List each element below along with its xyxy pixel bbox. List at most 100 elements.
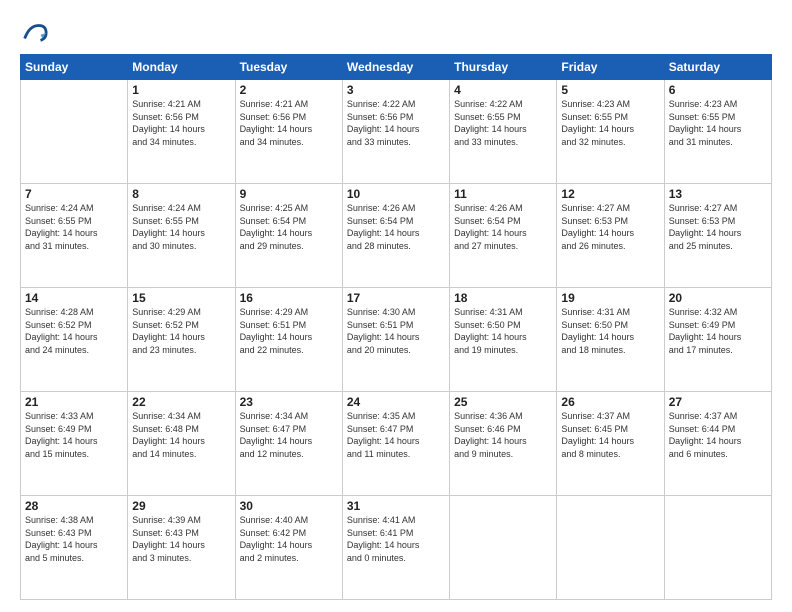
calendar-cell: 25Sunrise: 4:36 AM Sunset: 6:46 PM Dayli…	[450, 392, 557, 496]
calendar-cell: 17Sunrise: 4:30 AM Sunset: 6:51 PM Dayli…	[342, 288, 449, 392]
calendar-cell: 22Sunrise: 4:34 AM Sunset: 6:48 PM Dayli…	[128, 392, 235, 496]
day-number: 9	[240, 187, 338, 201]
day-number: 6	[669, 83, 767, 97]
day-number: 5	[561, 83, 659, 97]
day-info: Sunrise: 4:34 AM Sunset: 6:48 PM Dayligh…	[132, 410, 230, 460]
day-number: 2	[240, 83, 338, 97]
calendar-header-saturday: Saturday	[664, 55, 771, 80]
day-info: Sunrise: 4:30 AM Sunset: 6:51 PM Dayligh…	[347, 306, 445, 356]
day-number: 14	[25, 291, 123, 305]
day-number: 30	[240, 499, 338, 513]
day-info: Sunrise: 4:29 AM Sunset: 6:51 PM Dayligh…	[240, 306, 338, 356]
calendar-header-monday: Monday	[128, 55, 235, 80]
calendar-cell: 29Sunrise: 4:39 AM Sunset: 6:43 PM Dayli…	[128, 496, 235, 600]
calendar-cell: 23Sunrise: 4:34 AM Sunset: 6:47 PM Dayli…	[235, 392, 342, 496]
day-info: Sunrise: 4:40 AM Sunset: 6:42 PM Dayligh…	[240, 514, 338, 564]
day-info: Sunrise: 4:26 AM Sunset: 6:54 PM Dayligh…	[347, 202, 445, 252]
day-number: 20	[669, 291, 767, 305]
day-number: 29	[132, 499, 230, 513]
day-number: 11	[454, 187, 552, 201]
day-info: Sunrise: 4:32 AM Sunset: 6:49 PM Dayligh…	[669, 306, 767, 356]
calendar-cell: 10Sunrise: 4:26 AM Sunset: 6:54 PM Dayli…	[342, 184, 449, 288]
day-info: Sunrise: 4:31 AM Sunset: 6:50 PM Dayligh…	[561, 306, 659, 356]
calendar-header-row: SundayMondayTuesdayWednesdayThursdayFrid…	[21, 55, 772, 80]
day-number: 10	[347, 187, 445, 201]
day-number: 16	[240, 291, 338, 305]
calendar-cell	[664, 496, 771, 600]
calendar-cell: 26Sunrise: 4:37 AM Sunset: 6:45 PM Dayli…	[557, 392, 664, 496]
calendar-cell: 7Sunrise: 4:24 AM Sunset: 6:55 PM Daylig…	[21, 184, 128, 288]
day-info: Sunrise: 4:27 AM Sunset: 6:53 PM Dayligh…	[669, 202, 767, 252]
day-info: Sunrise: 4:25 AM Sunset: 6:54 PM Dayligh…	[240, 202, 338, 252]
day-number: 4	[454, 83, 552, 97]
day-info: Sunrise: 4:33 AM Sunset: 6:49 PM Dayligh…	[25, 410, 123, 460]
calendar-header-friday: Friday	[557, 55, 664, 80]
day-info: Sunrise: 4:28 AM Sunset: 6:52 PM Dayligh…	[25, 306, 123, 356]
day-info: Sunrise: 4:24 AM Sunset: 6:55 PM Dayligh…	[132, 202, 230, 252]
page: SundayMondayTuesdayWednesdayThursdayFrid…	[0, 0, 792, 612]
calendar-week-2: 7Sunrise: 4:24 AM Sunset: 6:55 PM Daylig…	[21, 184, 772, 288]
calendar-week-5: 28Sunrise: 4:38 AM Sunset: 6:43 PM Dayli…	[21, 496, 772, 600]
calendar-cell: 11Sunrise: 4:26 AM Sunset: 6:54 PM Dayli…	[450, 184, 557, 288]
day-number: 7	[25, 187, 123, 201]
day-info: Sunrise: 4:24 AM Sunset: 6:55 PM Dayligh…	[25, 202, 123, 252]
day-number: 8	[132, 187, 230, 201]
calendar-cell	[557, 496, 664, 600]
calendar-cell: 21Sunrise: 4:33 AM Sunset: 6:49 PM Dayli…	[21, 392, 128, 496]
day-info: Sunrise: 4:38 AM Sunset: 6:43 PM Dayligh…	[25, 514, 123, 564]
day-info: Sunrise: 4:35 AM Sunset: 6:47 PM Dayligh…	[347, 410, 445, 460]
day-info: Sunrise: 4:39 AM Sunset: 6:43 PM Dayligh…	[132, 514, 230, 564]
calendar-cell: 30Sunrise: 4:40 AM Sunset: 6:42 PM Dayli…	[235, 496, 342, 600]
day-info: Sunrise: 4:21 AM Sunset: 6:56 PM Dayligh…	[132, 98, 230, 148]
day-number: 31	[347, 499, 445, 513]
calendar-cell: 6Sunrise: 4:23 AM Sunset: 6:55 PM Daylig…	[664, 80, 771, 184]
day-number: 21	[25, 395, 123, 409]
day-info: Sunrise: 4:23 AM Sunset: 6:55 PM Dayligh…	[561, 98, 659, 148]
header	[20, 18, 772, 46]
calendar-week-3: 14Sunrise: 4:28 AM Sunset: 6:52 PM Dayli…	[21, 288, 772, 392]
day-number: 1	[132, 83, 230, 97]
day-info: Sunrise: 4:22 AM Sunset: 6:55 PM Dayligh…	[454, 98, 552, 148]
day-info: Sunrise: 4:26 AM Sunset: 6:54 PM Dayligh…	[454, 202, 552, 252]
day-info: Sunrise: 4:41 AM Sunset: 6:41 PM Dayligh…	[347, 514, 445, 564]
day-number: 17	[347, 291, 445, 305]
calendar-cell: 31Sunrise: 4:41 AM Sunset: 6:41 PM Dayli…	[342, 496, 449, 600]
day-info: Sunrise: 4:27 AM Sunset: 6:53 PM Dayligh…	[561, 202, 659, 252]
calendar-cell: 1Sunrise: 4:21 AM Sunset: 6:56 PM Daylig…	[128, 80, 235, 184]
calendar-cell: 20Sunrise: 4:32 AM Sunset: 6:49 PM Dayli…	[664, 288, 771, 392]
calendar-cell: 5Sunrise: 4:23 AM Sunset: 6:55 PM Daylig…	[557, 80, 664, 184]
calendar-cell: 3Sunrise: 4:22 AM Sunset: 6:56 PM Daylig…	[342, 80, 449, 184]
calendar-cell	[21, 80, 128, 184]
calendar-cell: 2Sunrise: 4:21 AM Sunset: 6:56 PM Daylig…	[235, 80, 342, 184]
calendar-cell: 9Sunrise: 4:25 AM Sunset: 6:54 PM Daylig…	[235, 184, 342, 288]
day-number: 3	[347, 83, 445, 97]
calendar-header-wednesday: Wednesday	[342, 55, 449, 80]
calendar-cell: 13Sunrise: 4:27 AM Sunset: 6:53 PM Dayli…	[664, 184, 771, 288]
day-info: Sunrise: 4:36 AM Sunset: 6:46 PM Dayligh…	[454, 410, 552, 460]
logo	[20, 18, 52, 46]
day-number: 12	[561, 187, 659, 201]
day-number: 13	[669, 187, 767, 201]
day-number: 24	[347, 395, 445, 409]
day-number: 22	[132, 395, 230, 409]
day-info: Sunrise: 4:21 AM Sunset: 6:56 PM Dayligh…	[240, 98, 338, 148]
calendar-header-thursday: Thursday	[450, 55, 557, 80]
day-info: Sunrise: 4:29 AM Sunset: 6:52 PM Dayligh…	[132, 306, 230, 356]
calendar-cell: 19Sunrise: 4:31 AM Sunset: 6:50 PM Dayli…	[557, 288, 664, 392]
day-number: 23	[240, 395, 338, 409]
day-number: 28	[25, 499, 123, 513]
day-number: 27	[669, 395, 767, 409]
day-number: 15	[132, 291, 230, 305]
day-info: Sunrise: 4:37 AM Sunset: 6:45 PM Dayligh…	[561, 410, 659, 460]
day-info: Sunrise: 4:31 AM Sunset: 6:50 PM Dayligh…	[454, 306, 552, 356]
calendar-header-sunday: Sunday	[21, 55, 128, 80]
calendar-cell: 27Sunrise: 4:37 AM Sunset: 6:44 PM Dayli…	[664, 392, 771, 496]
logo-icon	[20, 18, 48, 46]
day-info: Sunrise: 4:23 AM Sunset: 6:55 PM Dayligh…	[669, 98, 767, 148]
calendar-cell: 28Sunrise: 4:38 AM Sunset: 6:43 PM Dayli…	[21, 496, 128, 600]
calendar-cell	[450, 496, 557, 600]
day-info: Sunrise: 4:22 AM Sunset: 6:56 PM Dayligh…	[347, 98, 445, 148]
calendar-cell: 12Sunrise: 4:27 AM Sunset: 6:53 PM Dayli…	[557, 184, 664, 288]
day-number: 26	[561, 395, 659, 409]
calendar-cell: 24Sunrise: 4:35 AM Sunset: 6:47 PM Dayli…	[342, 392, 449, 496]
